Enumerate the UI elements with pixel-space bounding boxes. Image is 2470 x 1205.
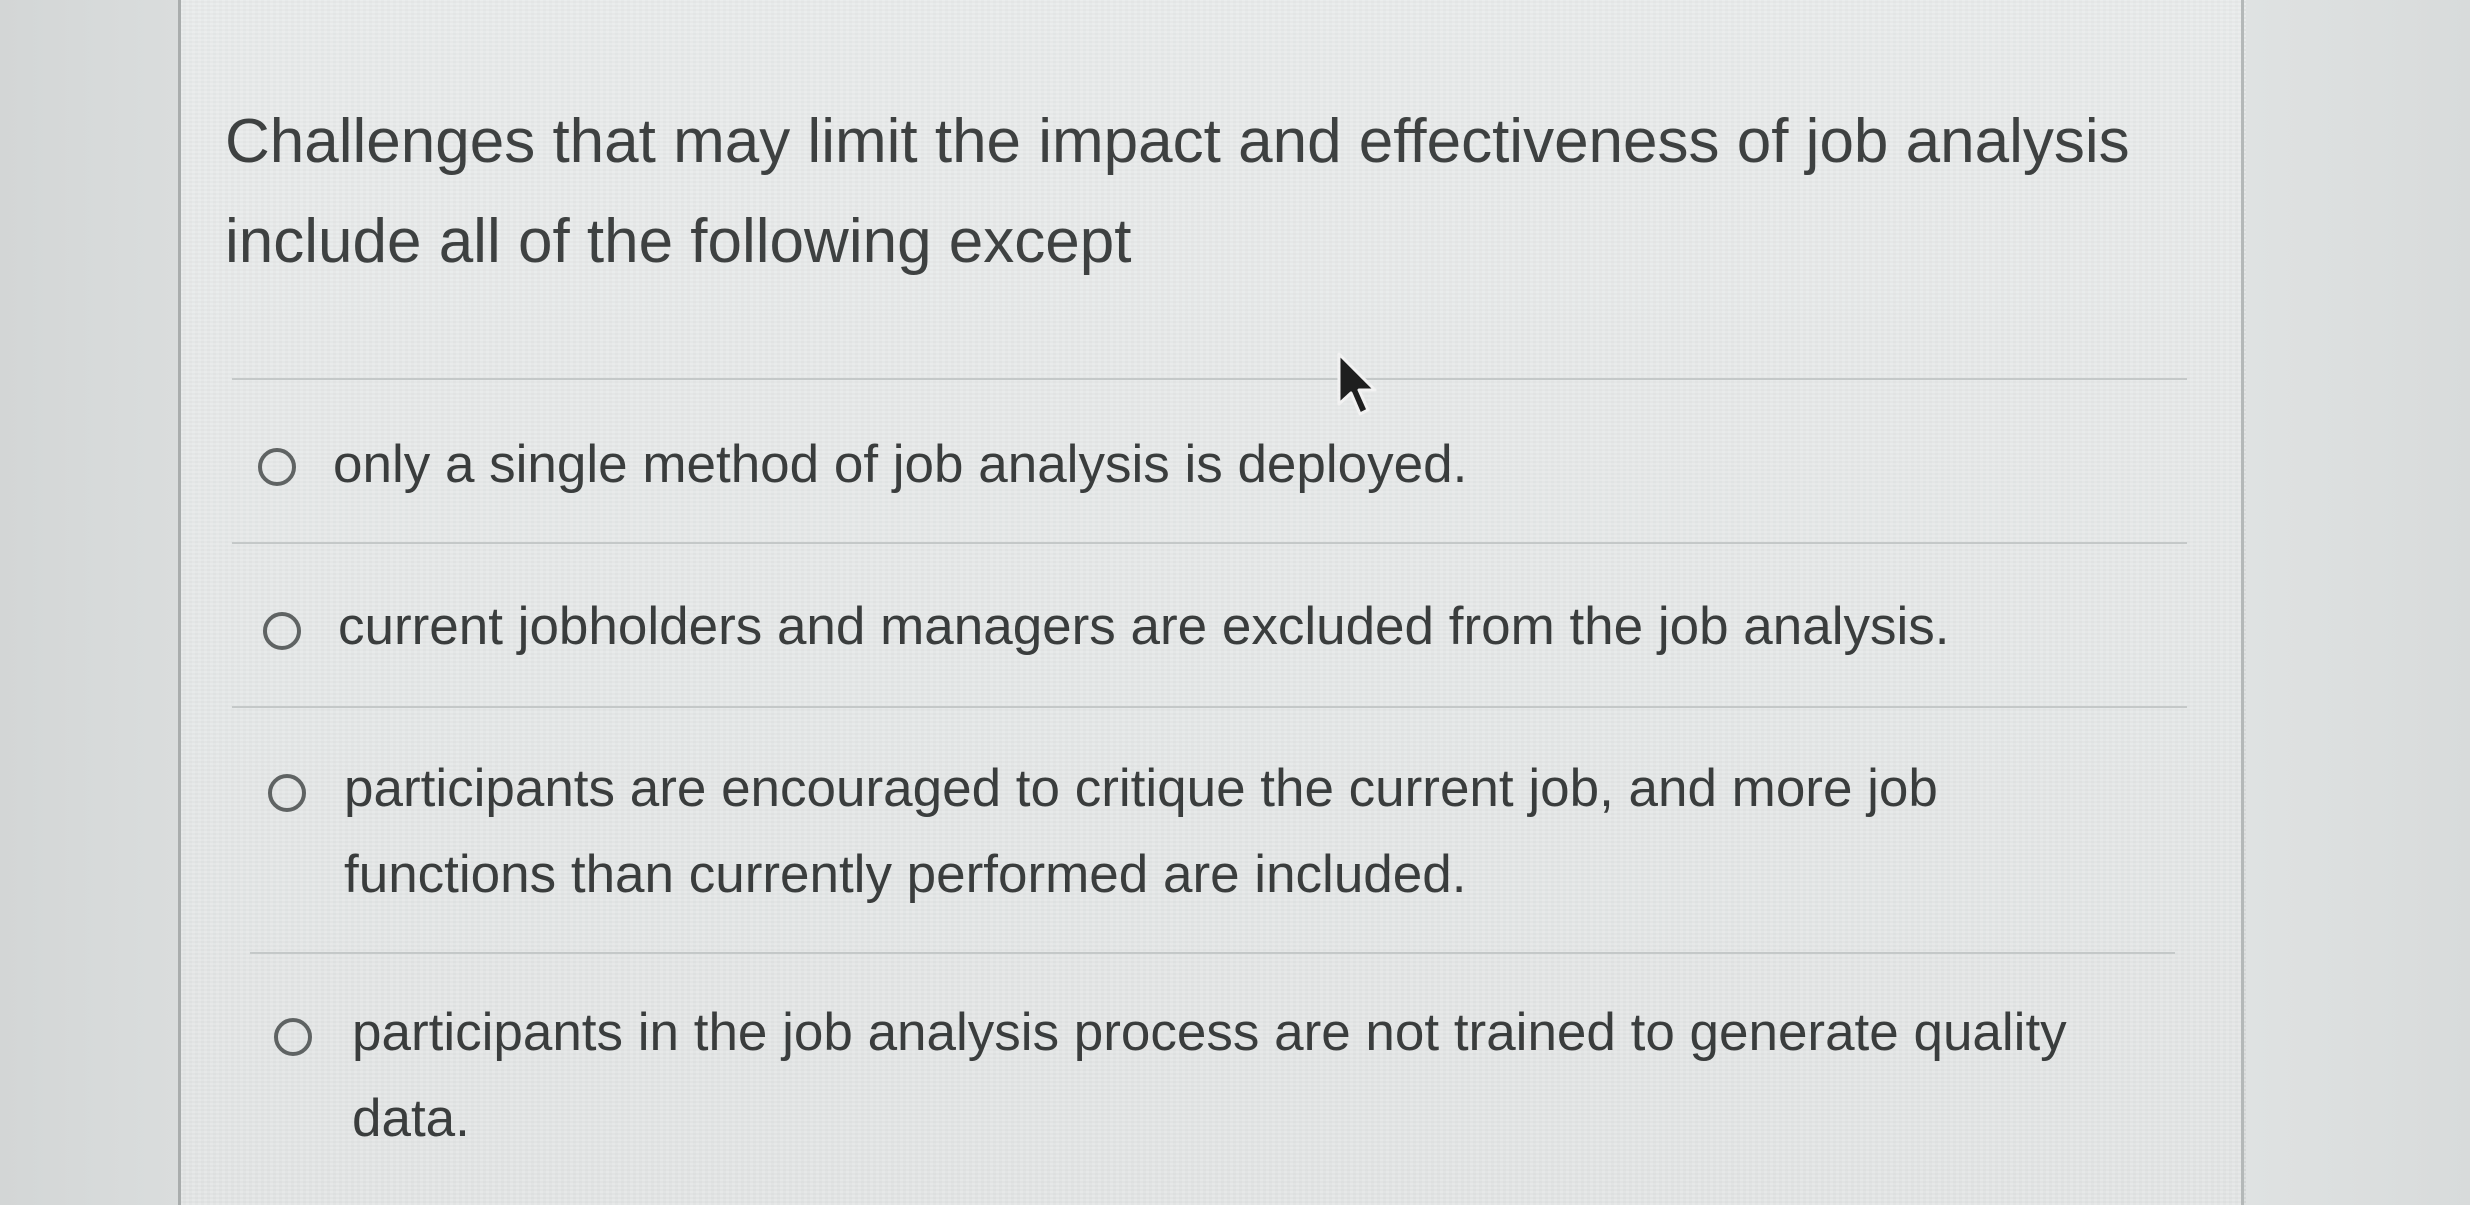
answer-option-1[interactable]: only a single method of job analysis is … (250, 422, 2150, 512)
answer-option-2[interactable]: current jobholders and managers are excl… (255, 584, 2155, 674)
left-margin (0, 0, 178, 1205)
answer-option-label: participants in the job analysis process… (352, 1003, 2067, 1148)
radio-unselected-icon[interactable] (274, 1018, 312, 1056)
answer-option-label: participants are encouraged to critique … (344, 759, 1938, 904)
right-margin (2246, 0, 2470, 1205)
divider-2 (232, 706, 2187, 708)
mouse-pointer-icon (1337, 352, 1377, 416)
radio-unselected-icon[interactable] (263, 612, 301, 650)
radio-unselected-icon[interactable] (268, 774, 306, 812)
answer-option-label: current jobholders and managers are excl… (338, 597, 1950, 656)
divider-3 (250, 952, 2175, 954)
radio-unselected-icon[interactable] (258, 448, 296, 486)
divider-1 (232, 542, 2187, 544)
answer-option-label: only a single method of job analysis is … (333, 435, 1468, 494)
answer-option-4[interactable]: participants in the job analysis process… (270, 990, 2170, 1170)
question-text: Challenges that may limit the impact and… (225, 107, 2130, 276)
divider-top (232, 378, 2187, 380)
answer-option-3[interactable]: participants are encouraged to critique … (262, 746, 2162, 926)
